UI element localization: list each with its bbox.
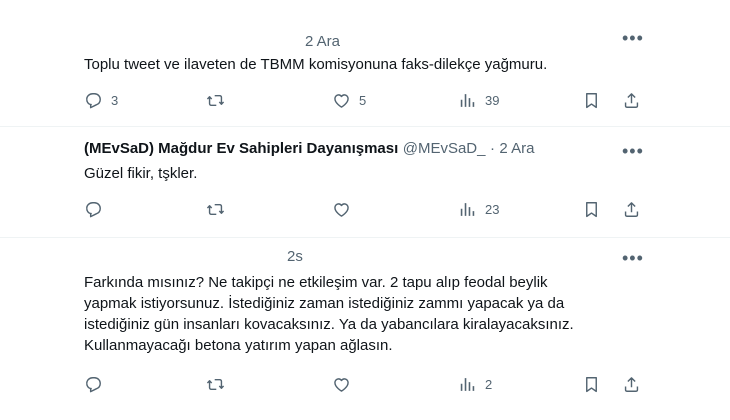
retweet-button[interactable]	[206, 199, 233, 219]
author-name[interactable]: (MEvSaD) Mağdur Ev Sahipleri Dayanışması	[84, 140, 398, 157]
share-button[interactable]	[622, 374, 641, 394]
reply-icon	[86, 92, 101, 108]
tweet-time[interactable]: 2s	[287, 248, 303, 265]
divider	[0, 126, 730, 127]
share-button[interactable]	[622, 90, 641, 110]
tweet-text: Farkında mısınız? Ne takipçi ne etkileşi…	[84, 272, 714, 356]
reply-button[interactable]	[84, 199, 111, 219]
retweet-icon	[206, 94, 225, 106]
tweet-header: (MEvSaD) Mağdur Ev Sahipleri Dayanışması…	[84, 140, 534, 158]
heart-icon	[334, 202, 349, 217]
bookmark-button[interactable]	[582, 374, 601, 394]
heart-icon	[334, 93, 349, 108]
views-icon	[460, 201, 475, 217]
divider	[0, 237, 730, 238]
views-count: 23	[485, 201, 500, 217]
tweet-text-line: Farkında mısınız? Ne takipçi ne etkileşi…	[84, 274, 548, 291]
reply-button[interactable]: 3	[84, 90, 118, 110]
bookmark-icon	[586, 92, 597, 108]
more-options-button[interactable]: •••	[622, 142, 644, 160]
tweet-time[interactable]: 2 Ara	[499, 140, 534, 157]
share-icon	[624, 92, 639, 108]
tweet-text-line: Kullanmayacağı betona yatırım yapan ağla…	[84, 337, 393, 354]
views-icon	[460, 92, 475, 108]
bookmark-button[interactable]	[582, 199, 601, 219]
tweet-text-line: istediğiniz gün insanları kovacaksınız. …	[84, 316, 574, 333]
bookmark-icon	[586, 376, 597, 392]
tweet-text: Güzel fikir, tşkler.	[84, 165, 198, 182]
author-handle[interactable]: @MEvSaD_	[403, 140, 486, 157]
retweet-icon	[206, 378, 225, 390]
retweet-button[interactable]	[206, 374, 233, 394]
tweet-time[interactable]: 2 Ara	[305, 33, 340, 50]
views-button[interactable]: 39	[458, 90, 499, 110]
bookmark-icon	[586, 201, 597, 217]
views-count: 39	[485, 92, 500, 108]
share-button[interactable]	[622, 199, 641, 219]
reply-icon	[86, 201, 101, 217]
reply-icon	[86, 376, 101, 392]
like-button[interactable]: 5	[332, 90, 366, 110]
views-icon	[460, 376, 475, 392]
more-options-button[interactable]: •••	[622, 29, 644, 47]
like-button[interactable]	[332, 199, 359, 219]
tweet-text-line: yapmak istiyorsunuz. İstediğiniz zaman i…	[84, 295, 565, 312]
views-button[interactable]: 23	[458, 199, 499, 219]
share-icon	[624, 201, 639, 217]
tweet-text: Toplu tweet ve ilaveten de TBMM komisyon…	[84, 56, 548, 73]
reply-button[interactable]	[84, 374, 111, 394]
reply-count: 3	[111, 92, 119, 108]
like-count: 5	[359, 92, 367, 108]
bookmark-button[interactable]	[582, 90, 601, 110]
heart-icon	[334, 377, 349, 392]
views-count: 2	[485, 376, 493, 392]
views-button[interactable]: 2	[458, 374, 492, 394]
separator: ·	[489, 140, 495, 157]
retweet-icon	[206, 203, 225, 215]
like-button[interactable]	[332, 374, 359, 394]
share-icon	[624, 376, 639, 392]
more-options-button[interactable]: •••	[622, 249, 644, 267]
retweet-button[interactable]	[206, 90, 233, 110]
